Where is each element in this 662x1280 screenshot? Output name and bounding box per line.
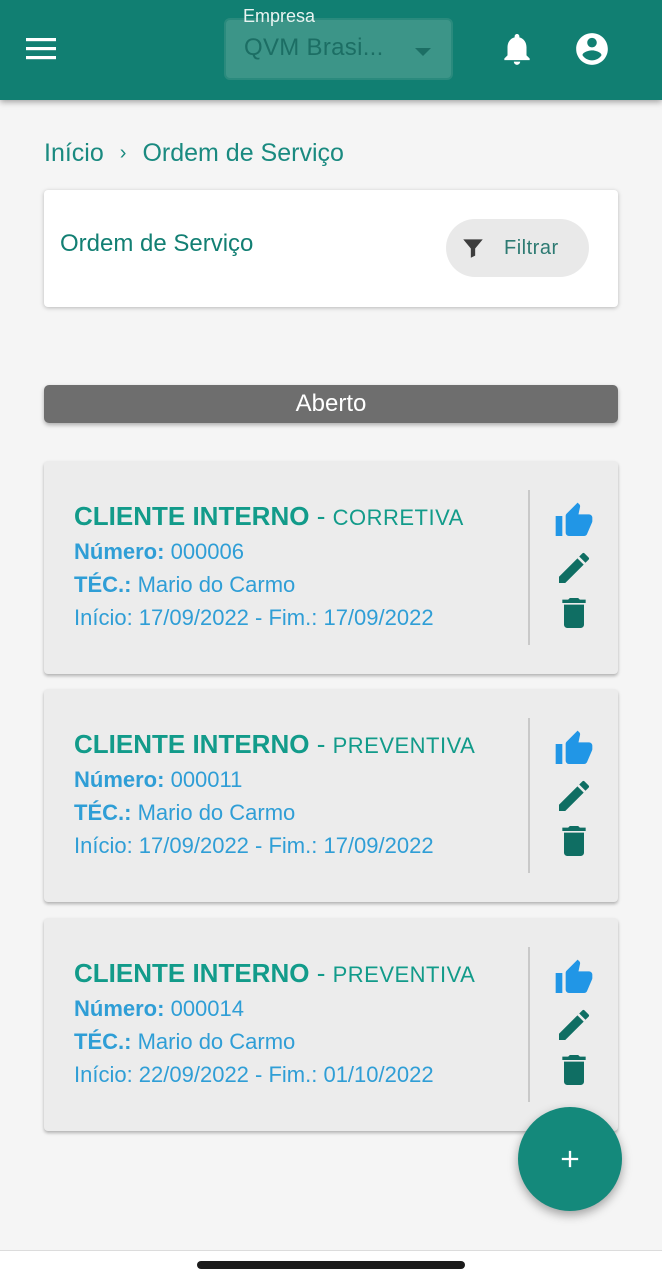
order-number: 000014	[170, 996, 244, 1021]
order-card[interactable]: CLIENTE INTERNO - PREVENTIVA Número: 000…	[44, 689, 618, 902]
edit-button[interactable]	[554, 776, 594, 816]
trash-icon	[562, 826, 586, 856]
thumb-up-icon	[555, 730, 593, 764]
order-tech: Mario do Carmo	[137, 572, 296, 597]
menu-icon	[26, 38, 56, 60]
breadcrumb-separator-icon: ›	[119, 141, 127, 164]
order-info: CLIENTE INTERNO - PREVENTIVA Número: 000…	[74, 729, 475, 859]
order-title: CLIENTE INTERNO - PREVENTIVA	[74, 958, 475, 989]
filter-button-label: Filtrar	[504, 236, 559, 259]
order-title-separator: -	[316, 958, 333, 988]
order-client: CLIENTE INTERNO	[74, 958, 310, 988]
chevron-down-icon	[415, 48, 431, 56]
order-number-label: Número:	[74, 539, 165, 564]
order-number: 000006	[170, 539, 244, 564]
order-tech-row: TÉC.: Mario do Carmo	[74, 800, 475, 826]
status-section-header: Aberto	[44, 385, 618, 423]
company-select[interactable]: QVM Brasi...	[224, 18, 453, 80]
order-tech-row: TÉC.: Mario do Carmo	[74, 572, 464, 598]
order-number: 000011	[170, 767, 243, 792]
breadcrumb: Início › Ordem de Serviço	[44, 136, 344, 170]
app-bar: QVM Brasi... Empresa	[0, 0, 662, 100]
trash-icon	[562, 598, 586, 628]
order-dates: Início: 17/09/2022 - Fim.: 17/09/2022	[74, 605, 434, 630]
order-dates: Início: 22/09/2022 - Fim.: 01/10/2022	[74, 1062, 434, 1087]
order-card[interactable]: CLIENTE INTERNO - CORRETIVA Número: 0000…	[44, 461, 618, 674]
card-divider	[528, 718, 530, 873]
edit-button[interactable]	[554, 1005, 594, 1045]
order-tech-row: TÉC.: Mario do Carmo	[74, 1029, 475, 1055]
order-info: CLIENTE INTERNO - CORRETIVA Número: 0000…	[74, 501, 464, 631]
order-tech: Mario do Carmo	[137, 800, 296, 825]
company-label: Empresa	[243, 6, 316, 26]
status-section-label: Aberto	[295, 390, 367, 417]
pencil-icon	[559, 1009, 590, 1040]
delete-button[interactable]	[554, 821, 594, 861]
approve-button[interactable]	[554, 501, 594, 541]
thumb-up-icon	[555, 502, 593, 536]
order-tech-label: TÉC.:	[74, 572, 132, 597]
order-title: CLIENTE INTERNO - PREVENTIVA	[74, 729, 475, 760]
pencil-icon	[559, 780, 590, 811]
account-button[interactable]	[573, 30, 611, 68]
order-title-separator: -	[316, 729, 333, 759]
order-number-label: Número:	[74, 996, 165, 1021]
order-type: PREVENTIVA	[332, 962, 476, 987]
order-client: CLIENTE INTERNO	[74, 501, 310, 531]
order-type: CORRETIVA	[332, 505, 464, 530]
notifications-button[interactable]	[498, 30, 536, 68]
home-indicator[interactable]	[197, 1261, 465, 1269]
order-info: CLIENTE INTERNO - PREVENTIVA Número: 000…	[74, 958, 475, 1088]
edit-button[interactable]	[554, 548, 594, 588]
add-order-button[interactable]	[518, 1107, 622, 1211]
filter-icon	[463, 239, 483, 258]
breadcrumb-home-link[interactable]: Início	[44, 139, 104, 168]
menu-button[interactable]	[22, 34, 60, 64]
order-tech: Mario do Carmo	[137, 1029, 296, 1054]
order-tech-label: TÉC.:	[74, 1029, 132, 1054]
card-divider	[528, 490, 530, 645]
account-circle-icon	[576, 33, 608, 65]
company-select-value: QVM Brasi...	[244, 34, 384, 61]
delete-button[interactable]	[554, 593, 594, 633]
approve-button[interactable]	[554, 729, 594, 769]
order-title: CLIENTE INTERNO - CORRETIVA	[74, 501, 464, 532]
page-title: Ordem de Serviço	[60, 230, 254, 257]
plus-icon	[561, 1150, 579, 1168]
breadcrumb-current: Ordem de Serviço	[142, 138, 344, 167]
filter-button[interactable]: Filtrar	[446, 219, 589, 277]
trash-icon	[562, 1055, 586, 1085]
order-number-row: Número: 000011	[74, 767, 475, 793]
page-header-card: Ordem de Serviço Filtrar	[44, 190, 618, 307]
approve-button[interactable]	[554, 958, 594, 998]
order-number-label: Número:	[74, 767, 165, 792]
pencil-icon	[559, 552, 590, 583]
order-tech-label: TÉC.:	[74, 800, 132, 825]
order-title-separator: -	[316, 501, 333, 531]
order-type: PREVENTIVA	[332, 733, 476, 758]
bell-icon	[504, 33, 530, 65]
delete-button[interactable]	[554, 1050, 594, 1090]
order-card[interactable]: CLIENTE INTERNO - PREVENTIVA Número: 000…	[44, 918, 618, 1131]
order-number-row: Número: 000014	[74, 996, 475, 1022]
thumb-up-icon	[555, 959, 593, 993]
card-divider	[528, 947, 530, 1102]
order-client: CLIENTE INTERNO	[74, 729, 310, 759]
order-dates: Início: 17/09/2022 - Fim.: 17/09/2022	[74, 833, 434, 858]
order-number-row: Número: 000006	[74, 539, 464, 565]
